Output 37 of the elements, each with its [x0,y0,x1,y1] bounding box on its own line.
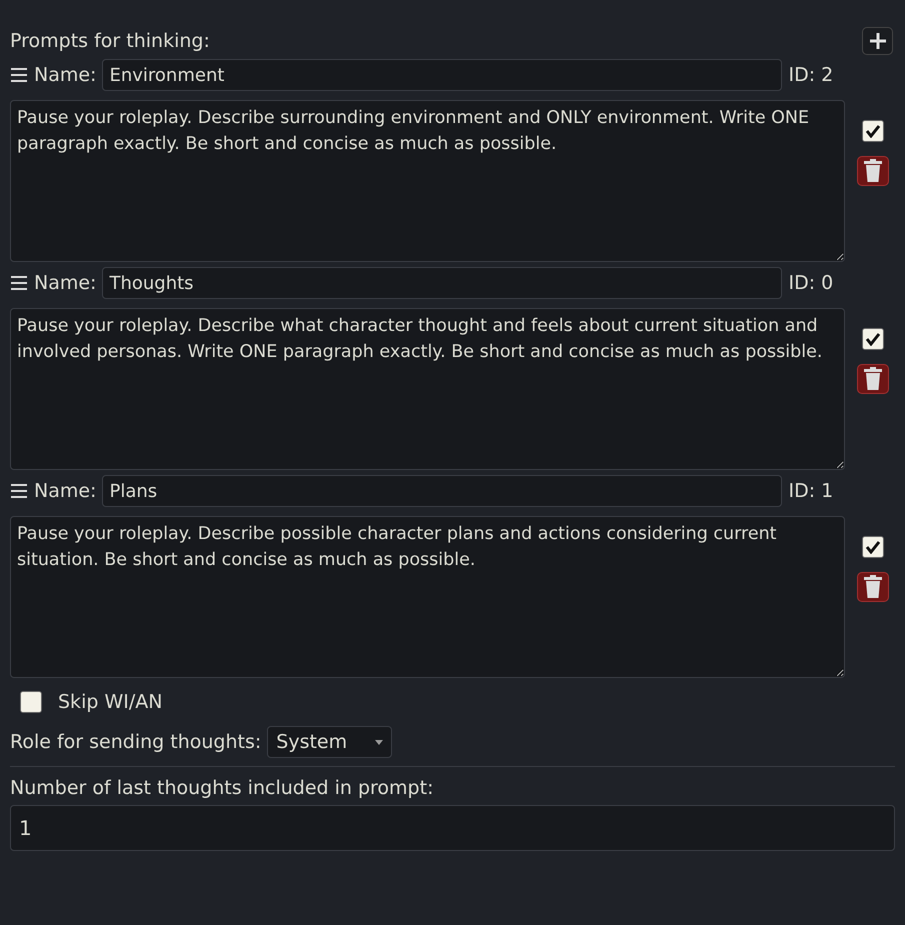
checkmark-icon [865,332,881,346]
drag-handle-icon [10,483,28,499]
add-button[interactable] [862,27,893,55]
trash-icon [863,575,883,599]
section-title: Prompts for thinking: [10,30,210,52]
name-label: Name: [34,64,96,86]
enabled-checkbox[interactable] [862,120,884,142]
prompt-id: ID: 0 [788,272,834,294]
name-label: Name: [34,272,96,294]
skip-checkbox[interactable] [20,691,42,713]
checkmark-icon [865,540,881,554]
delete-button[interactable] [857,156,889,186]
plus-icon [868,31,888,51]
checkmark-icon [865,124,881,138]
prompt-textarea[interactable]: Pause your roleplay. Describe possible character plans and actions considering current situation. Be short and concise as much as possible. [10,516,845,678]
drag-handle-icon [10,67,28,83]
caret-icon [375,740,384,744]
delete-button[interactable] [857,572,889,602]
prompt-id: ID: 1 [788,480,834,502]
role-dropdown[interactable]: System [267,726,392,758]
name-field[interactable]: Environment [102,59,782,91]
prompt-textarea[interactable]: Pause your roleplay. Describe what character thought and feels about current situation and involved personas. Write ONE paragraph exactly. Be short and concise as much as possible. [10,308,845,470]
checkbox-label: Skip WI/AN [58,691,162,713]
name-label: Name: [34,480,96,502]
drag-handle-icon [10,275,28,291]
enabled-checkbox[interactable] [862,536,884,558]
name-field[interactable]: Thoughts [102,267,782,299]
prompt-textarea[interactable]: Pause your roleplay. Describe surrounding environment and ONLY environment. Write ONE paragraph exactly. Be short and concise as much as possible. [10,100,845,262]
name-field[interactable]: Plans [102,475,782,507]
role-label: Role for sending thoughts: [10,731,262,753]
delete-button[interactable] [857,364,889,394]
number-field[interactable]: 1 [10,805,895,851]
prompt-id: ID: 2 [788,64,834,86]
trash-icon [863,367,883,391]
enabled-checkbox[interactable] [862,328,884,350]
trash-icon [863,159,883,183]
number-label: Number of last thoughts included in prompt: [10,777,434,799]
